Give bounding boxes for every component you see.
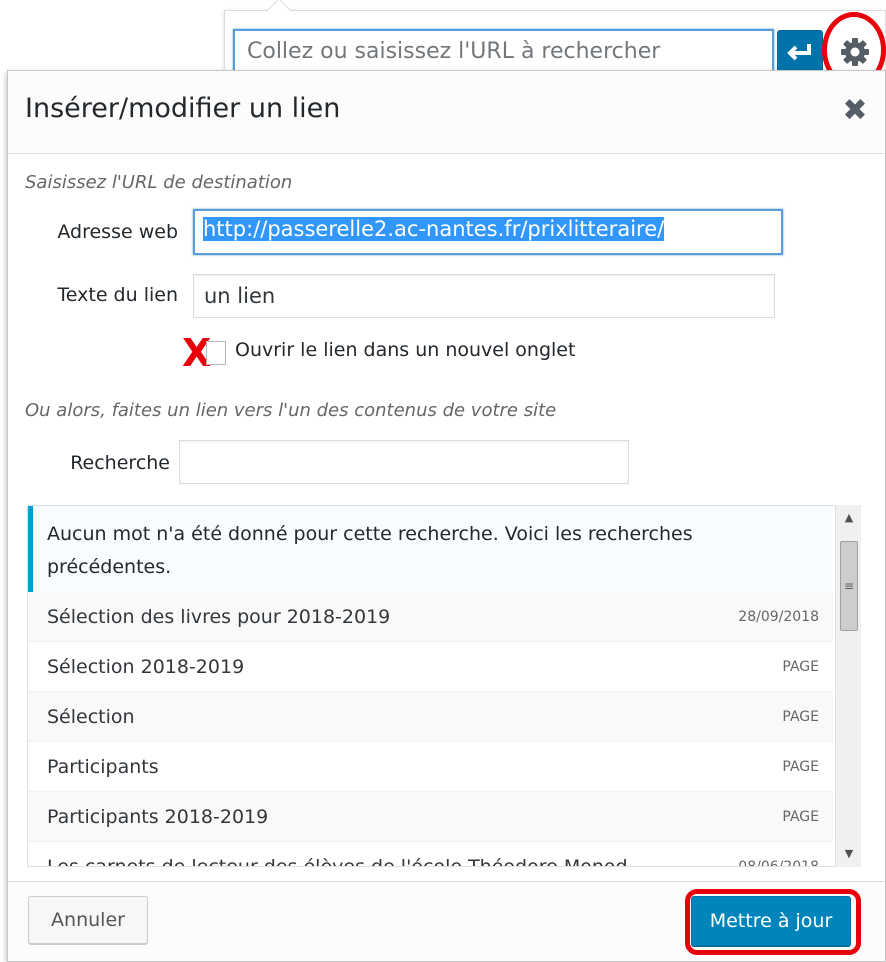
url-field-value: http://passerelle2.ac-nantes.fr/prixlitt… [203,217,665,241]
search-field[interactable] [179,440,629,484]
search-section-help: Ou alors, faites un lien vers l'un des c… [25,400,557,421]
results-scrollbar[interactable]: ▲ ≡ ▼ [835,505,861,867]
scroll-down-arrow-icon[interactable]: ▼ [836,841,862,867]
search-results-list: Aucun mot n'a été donné pour cette reche… [27,505,842,867]
result-info: 28/09/2018 [738,608,819,625]
result-row[interactable]: Participants PAGE [28,742,833,792]
close-icon[interactable]: ✖ [837,91,873,131]
link-text-field[interactable] [193,274,775,318]
apply-link-button[interactable] [777,30,823,73]
result-title: Sélection 2018-2019 [47,655,245,678]
result-row[interactable]: Sélection 2018-2019 PAGE [28,642,833,692]
result-info: PAGE [782,758,819,775]
result-info: PAGE [782,808,819,825]
link-options-button[interactable] [832,30,878,73]
result-info: PAGE [782,658,819,675]
result-info: PAGE [782,708,819,725]
result-row[interactable]: Les carnets de lecteur des élèves de l'é… [28,842,833,867]
url-section-help: Saisissez l'URL de destination [25,172,293,193]
scroll-up-arrow-icon[interactable]: ▲ [836,505,862,531]
dialog-footer: Annuler Mettre à jour [8,881,885,961]
cancel-button[interactable]: Annuler [28,896,148,944]
insert-link-dialog: Insérer/modifier un lien ✖ Saisissez l'U… [7,70,886,962]
gear-icon [841,37,869,66]
search-label: Recherche [70,452,170,474]
dialog-title: Insérer/modifier un lien [25,93,341,124]
results-notice: Aucun mot n'a été donné pour cette reche… [28,506,833,592]
url-field[interactable]: http://passerelle2.ac-nantes.fr/prixlitt… [193,209,783,255]
result-title: Les carnets de lecteur des élèves de l'é… [47,855,628,867]
scroll-thumb[interactable]: ≡ [840,541,858,631]
return-arrow-icon [787,43,811,60]
result-row[interactable]: Participants 2018-2019 PAGE [28,792,833,842]
result-row[interactable]: Sélection PAGE [28,692,833,742]
update-button[interactable]: Mettre à jour [691,896,851,946]
url-label: Adresse web [57,221,178,243]
result-row[interactable]: Sélection des livres pour 2018-2019 28/09… [28,592,833,642]
result-info: 08/06/2018 [738,858,819,867]
new-tab-checkbox[interactable] [206,341,226,365]
new-tab-label[interactable]: Ouvrir le lien dans un nouvel onglet [235,339,575,361]
link-text-label: Texte du lien [57,284,178,306]
result-title: Participants [47,755,159,778]
dialog-header: Insérer/modifier un lien ✖ [8,71,885,154]
result-title: Sélection des livres pour 2018-2019 [47,605,391,628]
result-title: Sélection [47,705,135,728]
url-search-input[interactable] [233,29,774,74]
result-title: Participants 2018-2019 [47,805,269,828]
